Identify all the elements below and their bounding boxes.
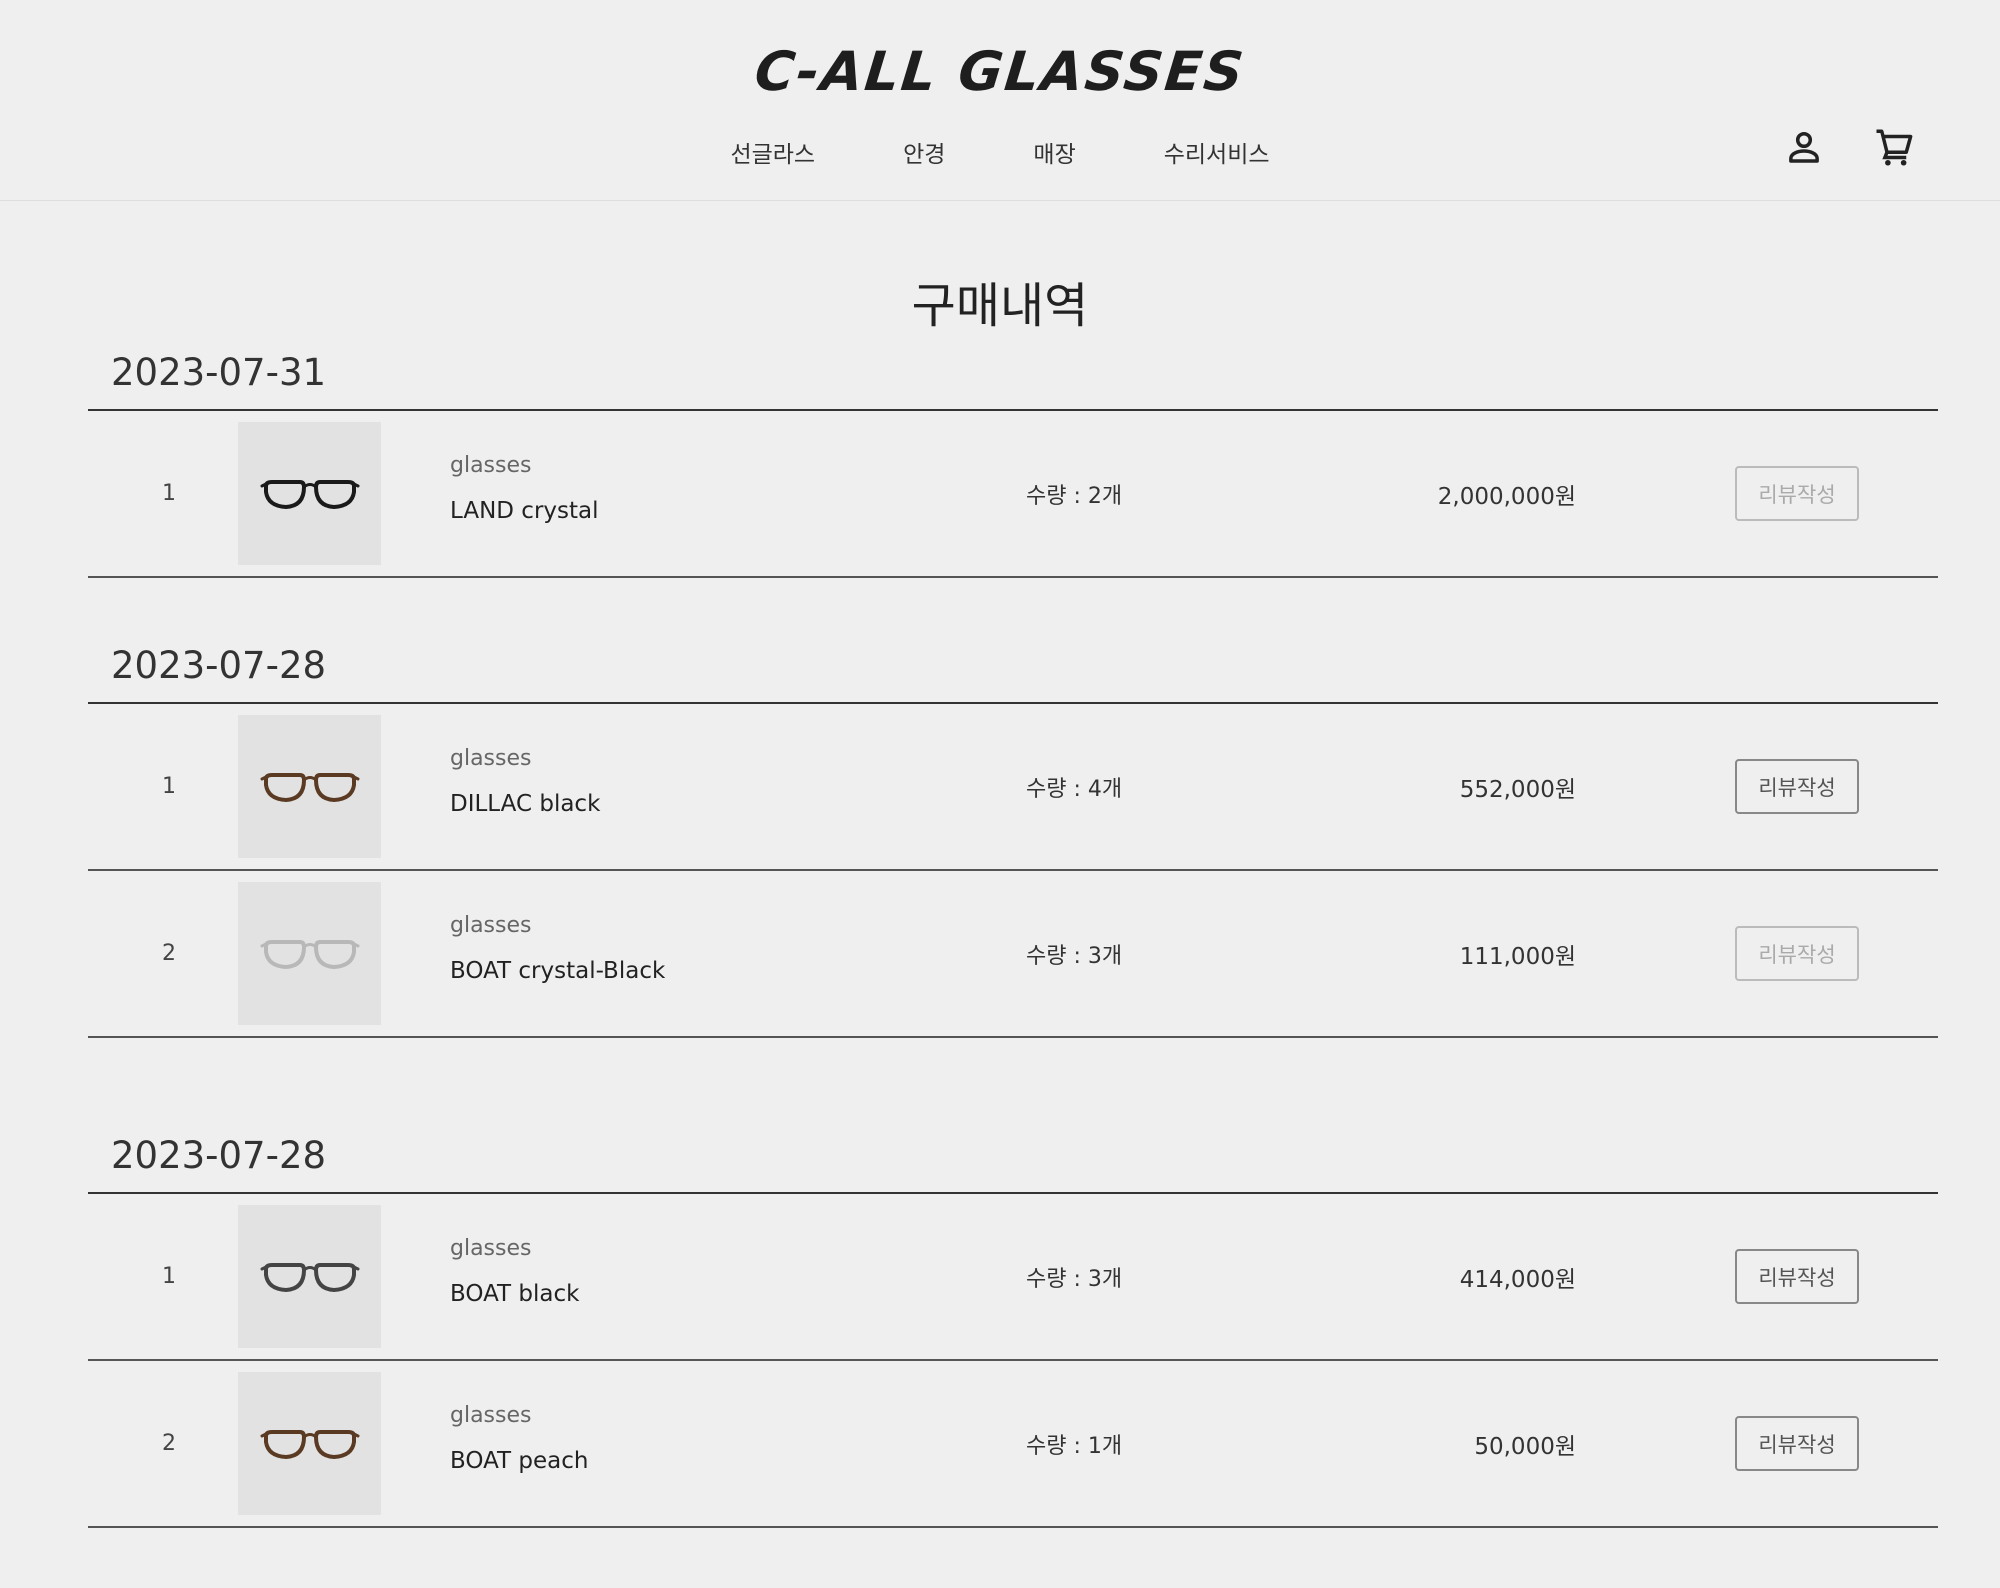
page-title: 구매내역	[911, 278, 1089, 334]
order-date: 2023-07-28	[88, 638, 1938, 704]
order-item-row: 2 glasses BOAT peach 수량 : 1개 50,000원 리뷰작성	[88, 1361, 1938, 1528]
glasses-product-image	[260, 1429, 359, 1459]
product-category: glasses	[450, 1403, 532, 1428]
write-review-button[interactable]: 리뷰작성	[1735, 926, 1859, 981]
product-category: glasses	[450, 453, 532, 478]
item-number: 1	[162, 774, 176, 799]
item-quantity: 수량 : 4개	[1026, 776, 1123, 802]
write-review-button[interactable]: 리뷰작성	[1735, 1416, 1859, 1471]
glasses-product-image	[260, 1262, 359, 1292]
product-name[interactable]: DILLAC black	[450, 791, 600, 817]
order-date: 2023-07-28	[88, 1128, 1938, 1194]
item-price: 552,000원	[1459, 776, 1576, 803]
nav-item-repair[interactable]: 수리서비스	[1164, 135, 1270, 169]
product-name[interactable]: BOAT black	[450, 1281, 579, 1307]
order-group: 2023-07-28 1 glasses BOAT black 수량 : 3개 414,0…	[88, 1128, 1938, 1528]
site-header: C-ALL GLASSES 선글라스 안경 매장 수리서비스	[0, 0, 2000, 201]
header-icons	[1783, 126, 1915, 168]
product-thumbnail[interactable]	[238, 1205, 381, 1348]
item-price: 50,000원	[1474, 1433, 1576, 1460]
nav-item-glasses[interactable]: 안경	[903, 135, 945, 169]
item-quantity: 수량 : 3개	[1026, 943, 1123, 969]
product-thumbnail[interactable]	[238, 882, 381, 1025]
product-info: glasses BOAT black	[450, 1236, 579, 1307]
product-thumbnail[interactable]	[238, 715, 381, 858]
order-group: 2023-07-28 1 glasses DILLAC black 수량 : 4개 552…	[88, 638, 1938, 1038]
cart-icon[interactable]	[1873, 126, 1915, 168]
site-logo[interactable]: C-ALL GLASSES	[0, 40, 2000, 103]
order-item-row: 1 glasses LAND crystal 수량 : 2개 2,000,000원 리뷰작…	[88, 411, 1938, 578]
product-thumbnail[interactable]	[238, 422, 381, 565]
item-price: 2,000,000원	[1437, 483, 1576, 510]
order-item-row: 1 glasses BOAT black 수량 : 3개 414,000원 리뷰작성	[88, 1194, 1938, 1361]
item-number: 2	[162, 1431, 176, 1456]
order-item-row: 2 glasses BOAT crystal-Black 수량 : 3개 111,000…	[88, 871, 1938, 1038]
product-category: glasses	[450, 913, 532, 938]
main-nav: 선글라스 안경 매장 수리서비스	[0, 135, 2000, 169]
item-quantity: 수량 : 2개	[1026, 483, 1123, 509]
item-quantity: 수량 : 1개	[1026, 1433, 1123, 1459]
order-date: 2023-07-31	[88, 345, 1938, 411]
item-quantity: 수량 : 3개	[1026, 1266, 1123, 1292]
write-review-button[interactable]: 리뷰작성	[1735, 759, 1859, 814]
order-list: 2023-07-31 1 glasses LAND crystal 수량 : 2개 2,0…	[88, 345, 1938, 1588]
product-category: glasses	[450, 746, 532, 771]
glasses-product-image	[260, 772, 359, 802]
item-price: 111,000원	[1459, 943, 1576, 970]
glasses-product-image	[260, 939, 359, 969]
nav-item-sunglasses[interactable]: 선글라스	[730, 135, 815, 169]
product-name[interactable]: BOAT crystal-Black	[450, 958, 665, 984]
item-number: 1	[162, 1264, 176, 1289]
product-thumbnail[interactable]	[238, 1372, 381, 1515]
product-name[interactable]: BOAT peach	[450, 1448, 588, 1474]
write-review-button[interactable]: 리뷰작성	[1735, 466, 1859, 521]
item-price: 414,000원	[1459, 1266, 1576, 1293]
order-group: 2023-07-31 1 glasses LAND crystal 수량 : 2개 2,0…	[88, 345, 1938, 578]
product-info: glasses BOAT peach	[450, 1403, 588, 1474]
order-item-row: 1 glasses DILLAC black 수량 : 4개 552,000원 리뷰작성	[88, 704, 1938, 871]
write-review-button[interactable]: 리뷰작성	[1735, 1249, 1859, 1304]
product-name[interactable]: LAND crystal	[450, 498, 599, 524]
product-info: glasses LAND crystal	[450, 453, 599, 524]
item-number: 2	[162, 941, 176, 966]
product-info: glasses DILLAC black	[450, 746, 600, 817]
product-info: glasses BOAT crystal-Black	[450, 913, 665, 984]
item-number: 1	[162, 481, 176, 506]
glasses-product-image	[260, 479, 359, 509]
user-icon[interactable]	[1783, 126, 1825, 168]
product-category: glasses	[450, 1236, 532, 1261]
nav-item-store[interactable]: 매장	[1033, 135, 1075, 169]
